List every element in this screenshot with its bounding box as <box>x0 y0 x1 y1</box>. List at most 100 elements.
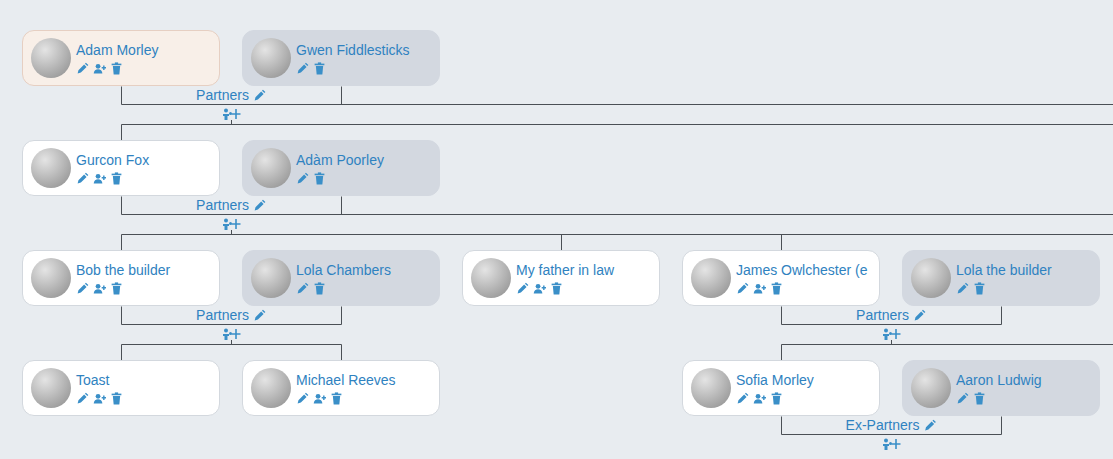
delete-icon[interactable] <box>330 392 343 405</box>
delete-icon[interactable] <box>973 392 986 405</box>
person-card[interactable]: Lola Chambers <box>242 250 440 306</box>
connector-line <box>121 197 122 215</box>
person-card[interactable]: Adam Morley <box>22 30 220 86</box>
add-person-icon[interactable] <box>93 172 106 185</box>
person-card[interactable]: Gwen Fiddlesticks <box>242 30 440 86</box>
connector-line <box>341 197 342 215</box>
person-name[interactable]: Bob the builder <box>76 262 170 279</box>
edit-icon[interactable] <box>296 62 309 75</box>
delete-icon[interactable] <box>770 282 783 295</box>
relationship-label[interactable]: Partners <box>195 307 267 323</box>
person-card[interactable]: Bob the builder <box>22 250 220 306</box>
relationship-label[interactable]: Partners <box>195 87 267 103</box>
delete-icon[interactable] <box>110 62 123 75</box>
add-child-icon[interactable] <box>222 218 242 230</box>
connector-line <box>231 230 232 235</box>
person-name[interactable]: My father in law <box>516 262 614 279</box>
person-card[interactable]: Sofia Morley <box>682 360 880 416</box>
add-child-icon[interactable] <box>882 328 902 340</box>
add-child-icon[interactable] <box>222 328 242 340</box>
connector-line <box>341 307 342 325</box>
person-name[interactable]: Adàm Poorley <box>296 152 384 169</box>
edit-icon[interactable] <box>296 282 309 295</box>
relationship-label[interactable]: Partners <box>855 307 927 323</box>
person-name[interactable]: Gwen Fiddlesticks <box>296 42 410 59</box>
person-name[interactable]: Aaron Ludwig <box>956 372 1042 389</box>
delete-icon[interactable] <box>110 282 123 295</box>
avatar <box>691 368 731 408</box>
connector-line <box>782 434 1002 435</box>
person-name[interactable]: Sofia Morley <box>736 372 814 389</box>
delete-icon[interactable] <box>973 282 986 295</box>
family-tree: Adam Morley Gwen Fiddlesticks Gurcon Fox Ad… <box>0 0 1113 459</box>
person-name[interactable]: Adam Morley <box>76 42 158 59</box>
connector-line <box>121 307 122 325</box>
add-child-icon[interactable] <box>222 108 242 120</box>
add-person-icon[interactable] <box>533 282 546 295</box>
person-name[interactable]: Gurcon Fox <box>76 152 149 169</box>
person-name[interactable]: James Owlchester (e <box>736 262 867 279</box>
person-name[interactable]: Toast <box>76 372 123 389</box>
connector-line <box>341 345 342 361</box>
person-name[interactable]: Lola the builder <box>956 262 1052 279</box>
connector-line <box>341 87 342 105</box>
avatar <box>31 258 71 298</box>
add-person-icon[interactable] <box>313 392 326 405</box>
avatar <box>251 38 291 78</box>
delete-icon[interactable] <box>110 172 123 185</box>
edit-icon[interactable] <box>253 199 266 212</box>
connector-line <box>781 345 782 361</box>
edit-icon[interactable] <box>296 392 309 405</box>
person-card[interactable]: Gurcon Fox <box>22 140 220 196</box>
connector-line <box>1001 307 1002 325</box>
add-person-icon[interactable] <box>753 392 766 405</box>
connector-line <box>122 124 1113 125</box>
edit-icon[interactable] <box>296 172 309 185</box>
edit-icon[interactable] <box>923 419 936 432</box>
relationship-label[interactable]: Ex-Partners <box>845 417 938 433</box>
edit-icon[interactable] <box>736 392 749 405</box>
delete-icon[interactable] <box>550 282 563 295</box>
person-name[interactable]: Lola Chambers <box>296 262 391 279</box>
edit-icon[interactable] <box>76 172 89 185</box>
delete-icon[interactable] <box>313 62 326 75</box>
connector-line <box>231 120 232 125</box>
add-person-icon[interactable] <box>93 62 106 75</box>
add-person-icon[interactable] <box>753 282 766 295</box>
edit-icon[interactable] <box>76 392 89 405</box>
edit-icon[interactable] <box>516 282 529 295</box>
edit-icon[interactable] <box>76 62 89 75</box>
edit-icon[interactable] <box>253 309 266 322</box>
edit-icon[interactable] <box>736 282 749 295</box>
avatar <box>31 148 71 188</box>
person-card[interactable]: James Owlchester (e <box>682 250 880 306</box>
delete-icon[interactable] <box>313 282 326 295</box>
connector-line <box>122 344 342 345</box>
delete-icon[interactable] <box>110 392 123 405</box>
person-card[interactable]: Aaron Ludwig <box>902 360 1100 416</box>
person-name[interactable]: Michael Reeves <box>296 372 396 389</box>
connector-line <box>121 125 122 141</box>
person-card[interactable]: Toast <box>22 360 220 416</box>
connector-line <box>781 307 782 325</box>
add-person-icon[interactable] <box>93 282 106 295</box>
person-card[interactable]: My father in law <box>462 250 660 306</box>
connector-line <box>121 235 122 251</box>
delete-icon[interactable] <box>770 392 783 405</box>
edit-icon[interactable] <box>913 309 926 322</box>
edit-icon[interactable] <box>956 392 969 405</box>
add-child-icon[interactable] <box>882 438 902 450</box>
connector-line <box>231 340 232 345</box>
add-person-icon[interactable] <box>93 392 106 405</box>
edit-icon[interactable] <box>253 89 266 102</box>
avatar <box>471 258 511 298</box>
person-card[interactable]: Michael Reeves <box>242 360 440 416</box>
person-card[interactable]: Adàm Poorley <box>242 140 440 196</box>
delete-icon[interactable] <box>313 172 326 185</box>
connector-line <box>122 104 1113 105</box>
relationship-label[interactable]: Partners <box>195 197 267 213</box>
edit-icon[interactable] <box>956 282 969 295</box>
person-card[interactable]: Lola the builder <box>902 250 1100 306</box>
edit-icon[interactable] <box>76 282 89 295</box>
avatar <box>251 368 291 408</box>
